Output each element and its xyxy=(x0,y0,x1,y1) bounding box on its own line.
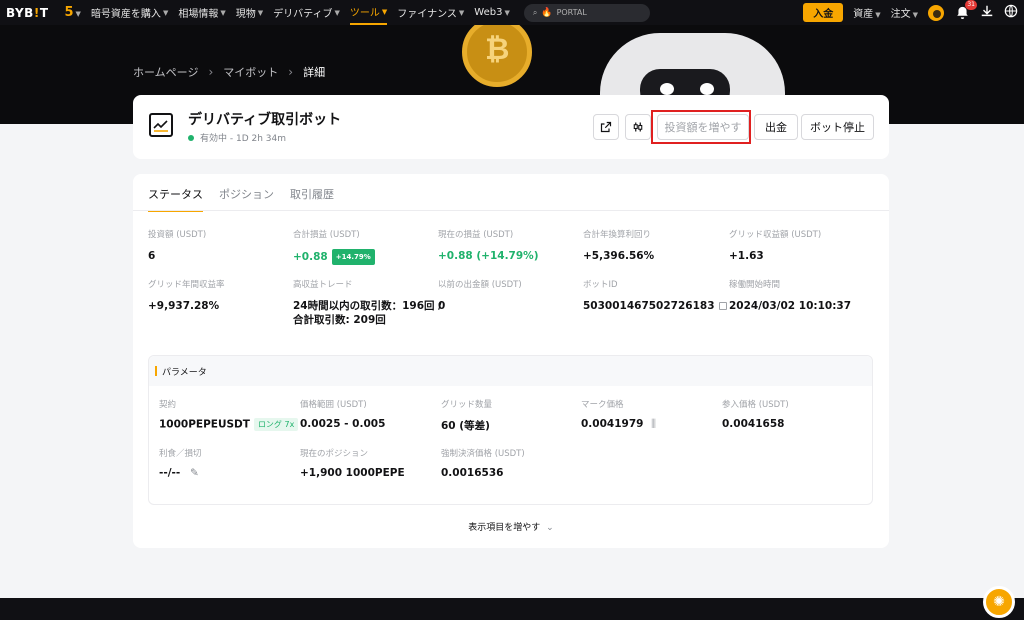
stat-annual-yield: 合計年換算利回り +5,396.56% xyxy=(583,230,655,262)
stat-total-pnl: 合計損益 (USDT) +0.88 +14.79% xyxy=(293,228,433,265)
tab-status[interactable]: ステータス xyxy=(148,186,203,212)
chart-line-icon xyxy=(149,113,173,137)
tab-history[interactable]: 取引履歴 xyxy=(290,186,334,212)
stop-bot-button[interactable]: ボット停止 xyxy=(801,114,874,140)
globe-icon[interactable] xyxy=(1004,4,1018,21)
param-range: 価格範囲 (USDT) 0.0025 - 0.005 xyxy=(300,400,386,430)
top-navbar: BYB!T 5 ▼ 暗号資産を購入 ▼ 相場情報 ▼ 現物 ▼ デリバティブ ▼ ツール ▼… xyxy=(0,0,1024,25)
bot-status: 有効中 - 1D 2h 34m xyxy=(188,131,286,144)
support-chat-icon[interactable]: ✺ xyxy=(983,586,1015,618)
breadcrumb-detail: 詳細 xyxy=(303,66,326,79)
candlestick-icon[interactable]: ⫼ xyxy=(651,418,656,430)
chevron-right-icon: › xyxy=(288,65,294,79)
nav-buy-crypto[interactable]: 暗号資産を購入 ▼ xyxy=(91,0,168,25)
nav-assets[interactable]: 資産 ▼ xyxy=(853,5,880,20)
stat-grid-profit: グリッド収益額 (USDT) +1.63 xyxy=(729,230,822,262)
notification-badge: 31 xyxy=(965,0,977,10)
search-icon: ⌕ xyxy=(532,7,538,17)
show-more-link[interactable]: 表示項目を増やす ⌄ xyxy=(133,520,889,533)
stat-investment: 投資額 (USDT) 6 xyxy=(148,230,207,262)
copy-icon[interactable] xyxy=(718,302,727,310)
bot-title: デリバティブ取引ボット xyxy=(188,112,342,128)
chevron-down-icon: ⌄ xyxy=(546,523,554,533)
nav-tools[interactable]: ツール ▼ xyxy=(349,0,388,25)
param-mark-price: マーク価格 0.0041979 ⫼ xyxy=(581,400,656,430)
bell-icon[interactable]: 31 xyxy=(954,0,977,21)
nav-web3[interactable]: Web3 ▼ xyxy=(474,0,510,25)
pnl-pill: +14.79% xyxy=(331,249,375,265)
tab-positions[interactable]: ポジション xyxy=(219,186,274,212)
withdraw-button[interactable]: 出金 xyxy=(754,114,798,140)
stat-grid-annual: グリッド年間収益率 +9,937.28% xyxy=(148,280,225,312)
leverage-tag: ロング 7x xyxy=(253,418,299,431)
breadcrumb-mybot[interactable]: マイボット xyxy=(223,64,278,80)
nav-markets[interactable]: 相場情報 ▼ xyxy=(178,0,225,25)
parameters-panel: パラメータ 契約 1000PEPEUSDT ロング 7x 価格範囲 (USDT) … xyxy=(148,355,873,505)
nav-derivatives[interactable]: デリバティブ ▼ xyxy=(273,0,340,25)
robot-eye-graphic xyxy=(660,83,674,95)
bot-header-card: デリバティブ取引ボット 有効中 - 1D 2h 34m 投資額を増やす 出金 ボ… xyxy=(133,95,889,159)
status-card: ステータス ポジション 取引履歴 投資額 (USDT) 6 合計損益 (USDT… xyxy=(133,174,889,548)
download-icon[interactable] xyxy=(980,4,994,21)
breadcrumb-home[interactable]: ホームページ xyxy=(133,64,198,80)
param-entry-price: 参入価格 (USDT) 0.0041658 xyxy=(722,400,789,430)
param-grid-count: グリッド数量 60 (等差) xyxy=(441,400,493,432)
param-position: 現在のポジション +1,900 1000PEPE xyxy=(300,449,405,479)
share-button[interactable] xyxy=(593,114,619,140)
stat-prev-withdraw: 以前の出金額 (USDT) 0 xyxy=(438,280,522,312)
tab-bar: ステータス ポジション 取引履歴 xyxy=(148,186,334,212)
param-liq-price: 強制決済価格 (USDT) 0.0016536 xyxy=(441,449,525,479)
nav-spot[interactable]: 現物 ▼ xyxy=(236,0,263,25)
fire-icon: 🔥 xyxy=(541,7,553,18)
bitcoin-coin-graphic: ₿ xyxy=(462,25,532,87)
robot-eye-graphic xyxy=(700,83,714,95)
nav-finance[interactable]: ファイナンス ▼ xyxy=(397,0,464,25)
bybit-logo[interactable]: BYB!T xyxy=(6,6,49,20)
deposit-button[interactable]: 入金 xyxy=(803,3,844,22)
anniversary-icon[interactable]: 5 ▼ xyxy=(65,5,81,20)
divider xyxy=(133,210,889,211)
param-tp-sl: 利食／損切 --/-- ✎ xyxy=(159,449,202,479)
nav-orders[interactable]: 注文 ▼ xyxy=(891,5,918,20)
stat-high-trade: 高収益トレード 24時間以内の取引数：196回 / 合計取引数: 209回 xyxy=(293,280,443,326)
status-dot-icon xyxy=(188,134,194,141)
stat-bot-id: ボットID 503001467502726183 xyxy=(583,278,727,313)
parameters-header: パラメータ xyxy=(149,356,872,386)
avatar[interactable] xyxy=(928,4,944,21)
stat-current-pnl: 現在の損益 (USDT) +0.88 (+14.79%) xyxy=(438,230,539,262)
search-input[interactable]: ⌕ 🔥 PORTAL xyxy=(523,3,650,22)
highlight-box xyxy=(651,110,751,144)
chevron-right-icon: › xyxy=(208,65,214,79)
edit-icon[interactable]: ✎ xyxy=(190,467,199,479)
param-contract: 契約 1000PEPEUSDT ロング 7x xyxy=(159,398,299,431)
stat-start-time: 稼働開始時間 2024/03/02 10:10:37 xyxy=(729,280,852,312)
adjust-button[interactable] xyxy=(625,114,651,140)
breadcrumb: ホームページ › マイボット › 詳細 xyxy=(133,64,325,80)
footer xyxy=(0,598,1024,620)
